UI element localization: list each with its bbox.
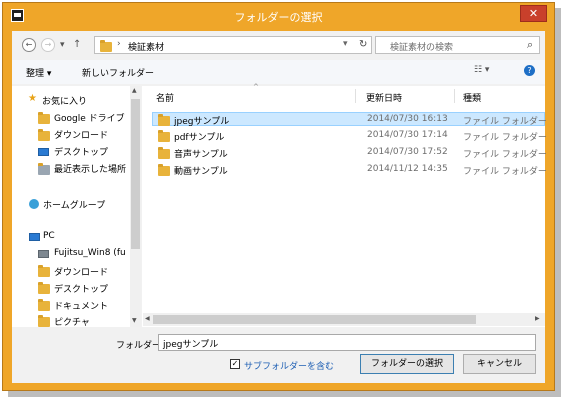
scroll-right-arrow[interactable]: ▶ [535,315,540,322]
drive-icon [38,250,49,258]
up-button[interactable]: ↑ [73,39,81,50]
sidebar-item-label: デスクトップ [54,285,109,295]
back-button[interactable]: ← [22,38,36,52]
file-type: ファイル フォルダー [463,150,547,160]
sidebar-item-label: Google ドライブ [54,114,125,124]
homegroup-icon [29,199,39,209]
folder-icon [158,164,170,176]
file-row[interactable]: pdfサンプル 2014/07/30 17:14 ファイル フォルダー [152,129,547,143]
file-row-selected[interactable]: jpegサンプル 2014/07/30 16:13 ファイル フォルダー [152,112,547,127]
folder-name-input[interactable]: jpegサンプル [158,334,536,351]
search-input[interactable]: 検証素材の検索 [390,40,453,53]
file-list-scroll-thumb[interactable] [153,315,476,324]
subfolder-checkbox[interactable]: ✓ [230,359,240,369]
folder-name-value: jpegサンプル [163,340,219,350]
scroll-left-arrow[interactable]: ◀ [145,315,150,322]
folder-icon [158,130,170,142]
file-type: ファイル フォルダー [463,117,547,127]
file-name: pdfサンプル [174,133,225,143]
search-icon[interactable]: ⌕ [527,38,533,52]
recent-places-icon [38,163,50,175]
folder-icon [100,40,112,52]
folder-select-dialog: フォルダーの選択 ✕ ← → ▾ ↑ › 検証素材 ▾ ↻ 検証素材の検索 ⌕ … [2,2,555,391]
address-bar[interactable]: › 検証素材 ▾ ↻ [94,36,372,54]
star-icon: ★ [28,93,37,104]
column-header-name-label: 名前 [156,94,175,104]
folder-icon [38,129,50,141]
dialog-client: ← → ▾ ↑ › 検証素材 ▾ ↻ 検証素材の検索 ⌕ 整理 ▾ 新しいフォル… [12,31,547,383]
sidebar-item-label: ダウンロード [54,268,109,278]
folder-icon [158,147,170,159]
view-options-icon[interactable]: ☷ ▾ [474,65,489,75]
breadcrumb-separator: › [117,39,121,49]
column-header-date-label: 更新日時 [366,94,403,104]
search-box[interactable]: 検証素材の検索 ⌕ [375,36,540,54]
close-button[interactable]: ✕ [520,5,547,22]
help-icon[interactable]: ? [524,65,535,76]
column-divider[interactable] [454,89,455,103]
sidebar-item-label: 最近表示した場所 [54,165,127,175]
sidebar-item-label: Fujitsu_Win8 (fu [54,248,126,258]
file-name: 動画サンプル [174,167,228,177]
sidebar-item-label: お気に入り [42,97,88,107]
folder-icon [158,114,170,126]
column-header-type-label: 種類 [463,94,482,104]
scroll-down-arrow[interactable]: ▼ [132,317,137,324]
folder-field-label: フォルダー: [116,341,165,351]
sort-ascending-icon: ^ [253,83,259,91]
file-row[interactable]: 音声サンプル 2014/07/30 17:52 ファイル フォルダー [152,146,547,160]
folder-icon [38,112,50,124]
breadcrumb-current[interactable]: 検証素材 [128,40,164,53]
new-folder-button[interactable]: 新しいフォルダー [82,66,154,79]
file-row[interactable]: 動画サンプル 2014/11/12 14:35 ファイル フォルダー [152,163,547,177]
navigation-scroll-thumb[interactable] [131,99,140,249]
file-name: 音声サンプル [174,150,228,160]
folder-icon [38,265,50,277]
folder-icon [38,282,50,294]
forward-button[interactable]: → [41,38,55,52]
sidebar-item-label: デスクトップ [54,148,109,158]
folder-icon [38,299,50,311]
file-type: ファイル フォルダー [463,133,547,143]
desktop-icon [38,148,49,156]
file-name: jpegサンプル [174,117,230,127]
sidebar-item-label: ホームグループ [43,201,106,211]
cancel-button[interactable]: キャンセル [463,354,536,374]
sidebar-item-label: PC [43,231,55,241]
refresh-icon[interactable]: ↻ [359,39,367,50]
sidebar-item-label: ドキュメント [54,302,109,312]
title-bar[interactable]: フォルダーの選択 ✕ [3,3,554,31]
recent-locations-dropdown[interactable]: ▾ [60,40,65,50]
address-dropdown-icon[interactable]: ▾ [343,39,348,49]
file-date: 2014/07/30 16:13 [367,114,448,124]
file-date: 2014/11/12 14:35 [367,164,448,174]
file-type: ファイル フォルダー [463,167,547,177]
organize-menu[interactable]: 整理 ▾ [26,66,51,79]
file-date: 2014/07/30 17:52 [367,147,448,157]
select-folder-button[interactable]: フォルダーの選択 [360,354,454,374]
window-title: フォルダーの選択 [234,11,323,24]
column-divider[interactable] [355,89,356,103]
sidebar-item-label: ダウンロード [54,131,109,141]
folder-icon [38,315,50,327]
navigation-pane: ★ お気に入り Google ドライブ ダウンロード デスクトップ 最近表示した… [12,86,140,328]
pc-icon [29,233,40,241]
file-date: 2014/07/30 17:14 [367,130,448,140]
scroll-up-arrow[interactable]: ▲ [132,87,137,94]
subfolder-checkbox-label[interactable]: サブフォルダーを含む [244,359,334,372]
command-bar: 整理 ▾ 新しいフォルダー ☷ ▾ ? [12,60,545,84]
